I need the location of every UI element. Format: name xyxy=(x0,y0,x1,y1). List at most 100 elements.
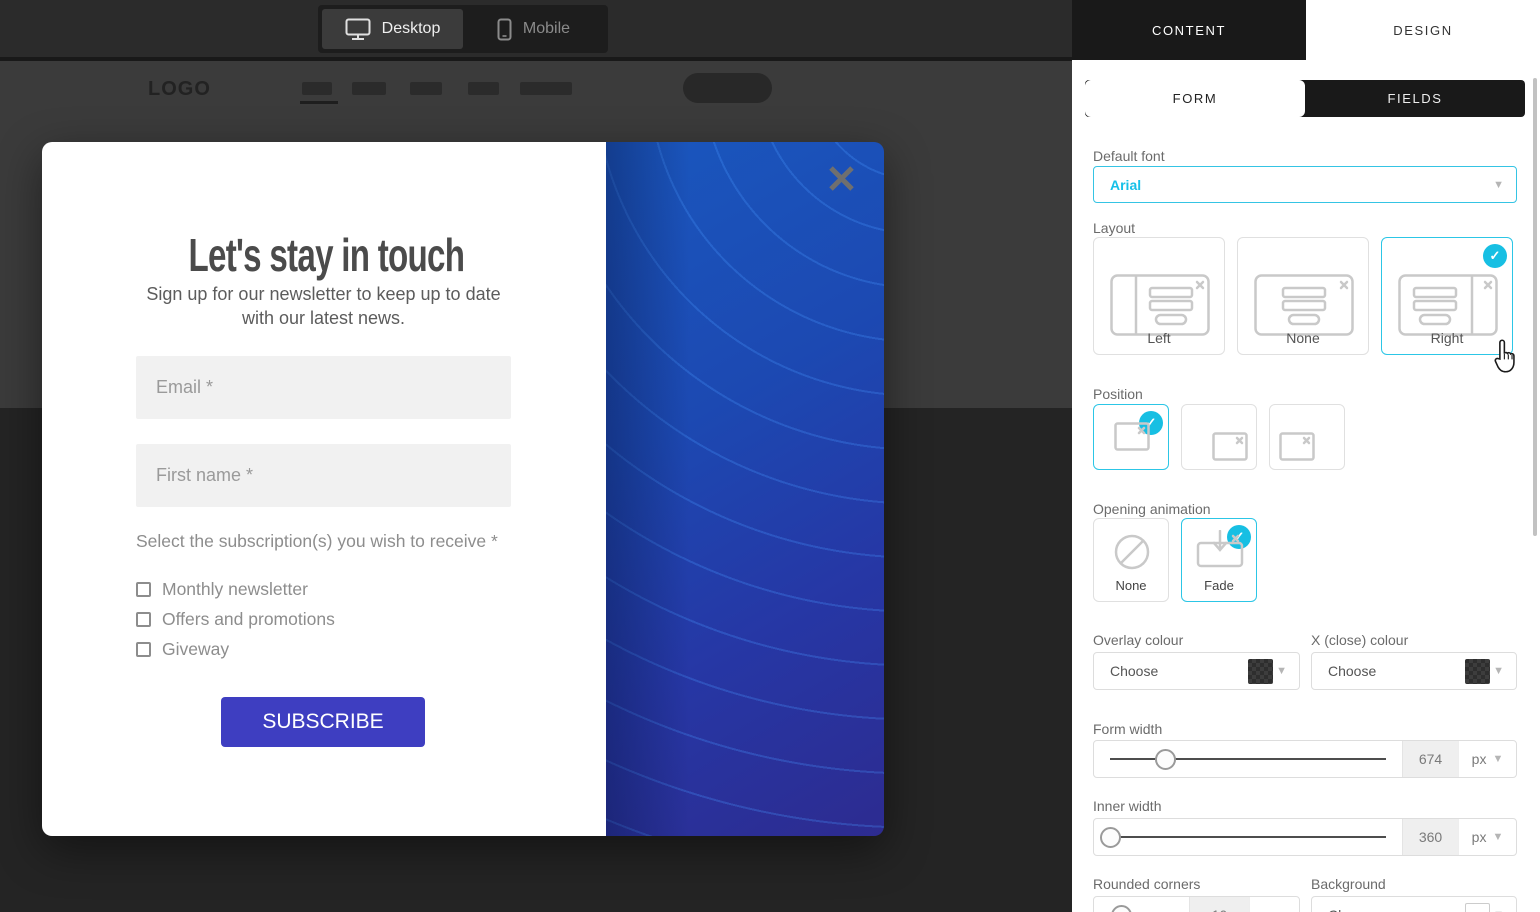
sidebar-tabs: CONTENT DESIGN xyxy=(1072,0,1540,60)
subtab-fields[interactable]: FIELDS xyxy=(1305,80,1525,117)
close-icon[interactable] xyxy=(827,164,856,193)
layout-option-label: Left xyxy=(1094,330,1224,346)
position-option-bottom-left[interactable] xyxy=(1269,404,1345,470)
close-colour-label: X (close) colour xyxy=(1311,632,1408,648)
checkbox-monthly-newsletter[interactable]: Monthly newsletter xyxy=(136,579,308,600)
rounded-corners-label: Rounded corners xyxy=(1093,876,1200,892)
position-option-top-left[interactable]: ✓ xyxy=(1093,404,1169,470)
position-mini-window-icon xyxy=(1279,432,1315,461)
chevron-down-icon: ▼ xyxy=(1493,665,1504,677)
popup-preview: Let's stay in touch Sign up for our news… xyxy=(42,142,884,836)
tab-design[interactable]: DESIGN xyxy=(1306,0,1540,60)
inner-width-control: 360 px ▼ xyxy=(1093,818,1517,856)
layout-option-left[interactable]: Left xyxy=(1093,237,1225,355)
checkbox-icon[interactable] xyxy=(136,612,151,627)
checkbox-offers-promotions[interactable]: Offers and promotions xyxy=(136,609,335,630)
default-font-select[interactable]: Arial ▼ xyxy=(1093,166,1517,203)
site-logo: LOGO xyxy=(148,78,211,101)
form-width-label: Form width xyxy=(1093,721,1162,737)
slider-track xyxy=(1110,758,1386,760)
checkbox-icon[interactable] xyxy=(136,582,151,597)
animation-option-label: None xyxy=(1094,578,1168,593)
overlay-colour-select[interactable]: Choose ▼ xyxy=(1093,652,1300,690)
fade-in-icon xyxy=(1196,530,1244,568)
form-width-value[interactable]: 674 xyxy=(1402,741,1458,777)
close-colour-value: Choose xyxy=(1328,663,1376,679)
checkbox-label: Offers and promotions xyxy=(162,609,335,630)
chevron-down-icon: ▼ xyxy=(1492,753,1503,765)
background-value: Choose xyxy=(1328,907,1376,912)
checkbox-label: Giveway xyxy=(162,639,229,660)
slider-handle[interactable] xyxy=(1111,905,1132,912)
inner-width-label: Inner width xyxy=(1093,798,1161,814)
layout-label: Layout xyxy=(1093,220,1135,236)
checkbox-label: Monthly newsletter xyxy=(162,579,308,600)
mobile-toggle-button[interactable]: Mobile xyxy=(463,9,604,49)
popup-subtitle: Sign up for our newsletter to keep up to… xyxy=(136,282,511,331)
close-colour-swatch xyxy=(1465,659,1490,684)
overlay-colour-label: Overlay colour xyxy=(1093,632,1183,648)
position-label: Position xyxy=(1093,386,1143,402)
desktop-toggle-button[interactable]: Desktop xyxy=(322,9,463,49)
animation-option-none[interactable]: None xyxy=(1093,518,1169,602)
position-options: ✓ xyxy=(1093,404,1345,470)
layout-option-none[interactable]: None xyxy=(1237,237,1369,355)
rounded-corners-slider[interactable] xyxy=(1094,897,1189,912)
inner-width-unit: px xyxy=(1472,829,1487,845)
background-select[interactable]: Choose ▼ xyxy=(1311,896,1517,912)
position-mini-window-icon xyxy=(1212,432,1248,461)
overlay-colour-swatch xyxy=(1248,659,1273,684)
layout-option-right[interactable]: ✓ Right xyxy=(1381,237,1513,355)
desktop-toggle-label: Desktop xyxy=(382,20,441,38)
chevron-down-icon: ▼ xyxy=(1493,179,1504,191)
default-font-label: Default font xyxy=(1093,148,1165,164)
rounded-corners-value[interactable]: 10 xyxy=(1189,897,1249,912)
background-swatch xyxy=(1465,903,1490,912)
nav-placeholder xyxy=(468,82,499,95)
inner-width-value[interactable]: 360 xyxy=(1402,819,1458,855)
rounded-corners-unit-select[interactable]: px xyxy=(1249,897,1299,912)
none-slash-icon xyxy=(1112,532,1152,572)
subscribe-button[interactable]: SUBSCRIBE xyxy=(221,697,425,747)
form-width-slider[interactable] xyxy=(1094,741,1402,777)
nav-placeholder xyxy=(520,82,572,95)
form-width-unit: px xyxy=(1472,751,1487,767)
desktop-monitor-icon xyxy=(345,18,371,41)
popup-side-image xyxy=(606,142,884,836)
opening-animation-label: Opening animation xyxy=(1093,501,1211,517)
layout-option-label: None xyxy=(1238,330,1368,346)
slider-handle[interactable] xyxy=(1155,749,1176,770)
layout-right-icon xyxy=(1398,274,1498,336)
close-colour-select[interactable]: Choose ▼ xyxy=(1311,652,1517,690)
subscription-group-label: Select the subscription(s) you wish to r… xyxy=(136,530,511,553)
overlay-colour-value: Choose xyxy=(1110,663,1158,679)
selected-check-icon: ✓ xyxy=(1483,244,1507,268)
popup-title: Let's stay in touch xyxy=(189,228,459,282)
subtab-form[interactable]: FORM xyxy=(1085,80,1305,117)
first-name-field[interactable] xyxy=(136,444,511,507)
nav-placeholder xyxy=(302,82,332,95)
animation-options: None ✓ Fade xyxy=(1093,518,1257,602)
app-window: Desktop Mobile LOGO xyxy=(0,0,1540,912)
position-option-bottom-right[interactable] xyxy=(1181,404,1257,470)
tab-content[interactable]: CONTENT xyxy=(1072,0,1306,60)
layout-options: Left None ✓ xyxy=(1093,237,1513,355)
mobile-toggle-label: Mobile xyxy=(523,20,570,38)
popup-form-panel: Let's stay in touch Sign up for our news… xyxy=(42,142,606,836)
inner-width-unit-select[interactable]: px ▼ xyxy=(1458,819,1516,855)
slider-handle[interactable] xyxy=(1100,827,1121,848)
nav-active-underline xyxy=(300,101,338,104)
sidebar-scrollbar[interactable] xyxy=(1533,78,1537,536)
slider-track xyxy=(1110,836,1386,838)
inner-width-slider[interactable] xyxy=(1094,819,1402,855)
device-toggle: Desktop Mobile xyxy=(318,5,608,53)
form-width-unit-select[interactable]: px ▼ xyxy=(1458,741,1516,777)
checkbox-icon[interactable] xyxy=(136,642,151,657)
top-toolbar: Desktop Mobile xyxy=(0,0,1072,57)
animation-option-label: Fade xyxy=(1182,578,1256,593)
animation-option-fade[interactable]: ✓ Fade xyxy=(1181,518,1257,602)
chevron-down-icon: ▼ xyxy=(1492,831,1503,843)
checkbox-giveway[interactable]: Giveway xyxy=(136,639,229,660)
design-panel: FORM FIELDS Default font Arial ▼ Layout … xyxy=(1072,60,1540,912)
email-field[interactable] xyxy=(136,356,511,419)
